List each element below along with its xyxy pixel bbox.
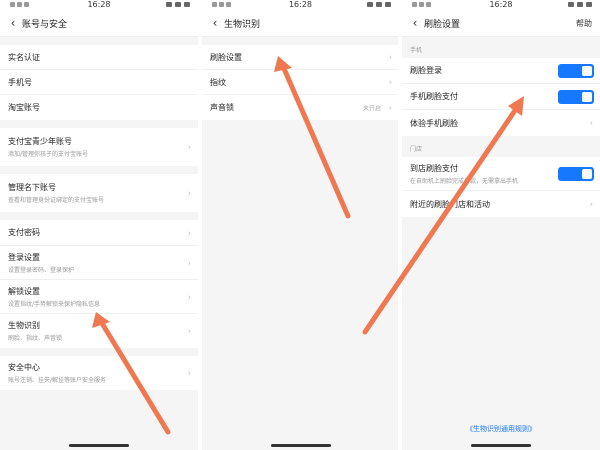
list-item-real-name[interactable]: 实名认证 bbox=[0, 45, 198, 70]
list-item-label: 安全中心 bbox=[8, 363, 40, 372]
notification-icons bbox=[212, 2, 231, 7]
password-group: 支付密码 › 登录设置 设置登录密码、登录保护 › 解锁设置 设置指纹/手势解锁… bbox=[0, 220, 198, 348]
system-icons bbox=[568, 2, 592, 7]
chevron-right-icon: › bbox=[187, 258, 191, 267]
biometrics-group: 刷脸设置 › 指纹 › 声音锁 未开启 › bbox=[202, 45, 399, 120]
list-item-subtitle: 设置指纹/手势解锁来保护隐私信息 bbox=[8, 300, 101, 308]
chevron-right-icon: › bbox=[388, 77, 392, 87]
notification-icons bbox=[412, 2, 431, 7]
list-item-label: 体验手机刷脸 bbox=[410, 118, 458, 128]
list-item-try-face[interactable]: 体验手机刷脸 › bbox=[402, 110, 600, 136]
list-item-store-face-pay: 到店刷脸支付 在自助机上刷脸完成付款，无需拿出手机 bbox=[402, 157, 600, 191]
chevron-right-icon: › bbox=[187, 228, 191, 237]
home-indicator bbox=[471, 444, 531, 447]
accounts-group: 支付宝青少年账号 添加/管理你孩子的支付宝账号 › bbox=[0, 128, 198, 166]
system-icons bbox=[367, 2, 391, 7]
status-bar: 16:28 bbox=[202, 0, 399, 10]
list-item-label: 解锁设置 bbox=[8, 286, 40, 296]
list-item-label: 支付密码 bbox=[8, 228, 40, 237]
list-item-label: 实名认证 bbox=[8, 52, 40, 62]
list-item-label: 附近的刷脸门店和活动 bbox=[410, 199, 490, 209]
list-item-label: 生物识别 bbox=[8, 321, 40, 330]
list-item-security-center[interactable]: 安全中心 账号注销、挂失/解挂等账户安全服务 › bbox=[0, 356, 198, 390]
list-item-biometrics[interactable]: 生物识别 刷脸、指纹、声音锁 › bbox=[0, 314, 198, 348]
status-time: 16:28 bbox=[288, 0, 313, 9]
status-text: 未开启 bbox=[362, 105, 381, 112]
chevron-right-icon: › bbox=[187, 326, 191, 336]
security-center-group: 安全中心 账号注销、挂失/解挂等账户安全服务 › bbox=[0, 356, 198, 390]
status-time: 16:28 bbox=[489, 0, 513, 9]
tutorial-screens: 16:28 ‹ 账号与安全 实名认证 手机号 淘宝账号 支付宝青少年账号 添加/… bbox=[0, 0, 600, 450]
list-item-login-settings[interactable]: 登录设置 设置登录密码、登录保护 › bbox=[0, 246, 198, 280]
chevron-right-icon: › bbox=[589, 118, 593, 128]
chevron-right-icon: › bbox=[388, 103, 392, 112]
back-arrow-icon[interactable]: ‹ bbox=[406, 16, 424, 30]
page-title: 账号与安全 bbox=[22, 19, 68, 30]
list-item-fingerprint[interactable]: 指纹 › bbox=[202, 70, 399, 95]
list-item-subtitle: 添加/管理你孩子的支付宝账号 bbox=[8, 151, 89, 158]
list-item-subtitle: 刷脸、指纹、声音锁 bbox=[8, 335, 63, 342]
system-icons bbox=[166, 2, 190, 7]
list-item-label: 支付宝青少年账号 bbox=[8, 137, 72, 146]
identity-group: 实名认证 手机号 淘宝账号 bbox=[0, 45, 198, 120]
status-bar: 16:28 bbox=[402, 0, 600, 10]
face-login-toggle[interactable] bbox=[558, 63, 594, 78]
page-title: 生物识别 bbox=[224, 19, 261, 30]
list-item-phone-face-pay: 手机刷脸支付 bbox=[402, 84, 600, 110]
list-item-nearby-stores[interactable]: 附近的刷脸门店和活动 › bbox=[402, 191, 600, 217]
list-item-face-login: 刷脸登录 bbox=[402, 58, 600, 84]
biometrics-rules-link[interactable]: 《生物识别通用规则》 bbox=[402, 424, 600, 434]
phone-group: 刷脸登录 手机刷脸支付 体验手机刷脸 › bbox=[402, 58, 600, 136]
back-arrow-icon[interactable]: ‹ bbox=[206, 16, 224, 30]
list-item-label: 指纹 bbox=[210, 77, 226, 87]
list-item-teen-account[interactable]: 支付宝青少年账号 添加/管理你孩子的支付宝账号 › bbox=[0, 128, 198, 166]
list-item-label: 管理名下账号 bbox=[8, 183, 56, 192]
home-indicator bbox=[69, 444, 129, 447]
store-face-pay-toggle[interactable] bbox=[558, 166, 594, 181]
managed-accounts-group: 管理名下账号 查看和管理身份证绑定的支付宝账号 › bbox=[0, 174, 198, 212]
list-item-label: 登录设置 bbox=[8, 252, 40, 262]
list-item-label: 刷脸设置 bbox=[210, 52, 242, 62]
section-label-phone: 手机 bbox=[410, 47, 423, 54]
nav-bar: ‹ 刷脸设置 帮助 bbox=[402, 10, 600, 37]
phone-face-pay-toggle[interactable] bbox=[558, 89, 594, 104]
home-indicator bbox=[270, 444, 331, 447]
chevron-right-icon: › bbox=[187, 188, 191, 198]
list-item-voice-lock[interactable]: 声音锁 未开启 › bbox=[202, 95, 399, 120]
chevron-right-icon: › bbox=[388, 52, 392, 62]
list-item-phone[interactable]: 手机号 bbox=[0, 70, 198, 95]
chevron-right-icon: › bbox=[187, 142, 191, 152]
list-item-managed-accounts[interactable]: 管理名下账号 查看和管理身份证绑定的支付宝账号 › bbox=[0, 174, 198, 212]
page-title: 刷脸设置 bbox=[424, 19, 461, 30]
account-security-screen: 16:28 ‹ 账号与安全 实名认证 手机号 淘宝账号 支付宝青少年账号 添加/… bbox=[0, 0, 198, 450]
list-item-face-settings[interactable]: 刷脸设置 › bbox=[202, 45, 399, 70]
chevron-right-icon: › bbox=[187, 292, 191, 301]
biometrics-screen: 16:28 ‹ 生物识别 刷脸设置 › 指纹 › 声音锁 未开启 › bbox=[202, 0, 399, 450]
list-item-unlock-settings[interactable]: 解锁设置 设置指纹/手势解锁来保护隐私信息 › bbox=[0, 280, 198, 314]
list-item-taobao[interactable]: 淘宝账号 bbox=[0, 95, 198, 120]
chevron-right-icon: › bbox=[187, 368, 191, 378]
back-arrow-icon[interactable]: ‹ bbox=[4, 16, 22, 30]
status-time: 16:28 bbox=[87, 0, 111, 9]
list-item-label: 手机号 bbox=[8, 77, 32, 87]
help-button[interactable]: 帮助 bbox=[576, 18, 592, 29]
face-settings-screen: 16:28 ‹ 刷脸设置 帮助 手机 刷脸登录 手机刷脸支付 体验手机刷脸 › … bbox=[402, 0, 600, 450]
list-item-subtitle: 设置登录密码、登录保护 bbox=[8, 266, 75, 274]
list-item-label: 淘宝账号 bbox=[8, 103, 40, 112]
list-item-subtitle: 查看和管理身份证绑定的支付宝账号 bbox=[8, 197, 105, 204]
list-item-pay-password[interactable]: 支付密码 › bbox=[0, 220, 198, 246]
list-item-subtitle: 账号注销、挂失/解挂等账户安全服务 bbox=[8, 377, 107, 384]
notification-icons bbox=[10, 2, 29, 7]
nav-bar: ‹ 生物识别 bbox=[202, 10, 399, 37]
chevron-right-icon: › bbox=[589, 199, 593, 209]
store-group: 到店刷脸支付 在自助机上刷脸完成付款，无需拿出手机 附近的刷脸门店和活动 › bbox=[402, 157, 600, 217]
nav-bar: ‹ 账号与安全 bbox=[0, 10, 198, 37]
section-label-store: 门店 bbox=[410, 146, 423, 153]
status-bar: 16:28 bbox=[0, 0, 198, 10]
